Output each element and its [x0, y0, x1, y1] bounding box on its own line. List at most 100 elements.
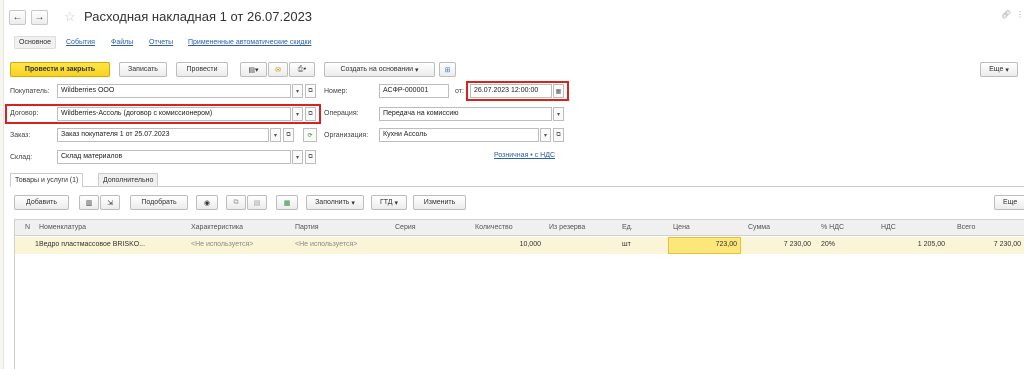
eye-icon: ◉ — [203, 199, 211, 207]
warehouse-label: Склад: — [10, 154, 33, 161]
row-item[interactable]: Ведро пластмассовое BRISKO... — [39, 241, 145, 248]
tab-reports[interactable]: Отчеты — [149, 39, 173, 46]
pick-items-button[interactable]: Подобрать — [130, 195, 188, 210]
table-settings-button[interactable]: ▦ — [276, 195, 298, 210]
copy-rows-button[interactable]: ⧉ — [226, 195, 246, 210]
col-header-series[interactable]: Серия — [395, 224, 416, 231]
organization-open-button[interactable]: ⧉ — [553, 128, 564, 142]
price-type-link[interactable]: Розничная • с НДС — [494, 152, 555, 159]
post-and-close-button[interactable]: Провести и закрыть — [10, 62, 110, 77]
col-header-sum[interactable]: Сумма — [748, 224, 770, 231]
col-header-price[interactable]: Цена — [673, 224, 690, 231]
organization-field[interactable]: Кухни Ассоль — [379, 128, 539, 142]
more-vertical-icon[interactable]: ⋮ — [1016, 10, 1024, 19]
organization-dropdown[interactable]: ▾ — [540, 128, 551, 142]
row-quantity[interactable]: 10,000 — [520, 241, 541, 248]
tab-goods-services[interactable]: Товары и услуги (1) — [10, 173, 84, 187]
table-row[interactable]: 1 Ведро пластмассовое BRISKO... <Не испо… — [15, 237, 1024, 254]
create-based-on-button[interactable]: Создать на основании ▾ — [324, 62, 435, 77]
table-more-button[interactable]: Еще — [994, 195, 1024, 210]
window-title: Расходная накладная 1 от 26.07.2023 — [84, 9, 313, 24]
barcode-button[interactable]: ▥ — [79, 195, 99, 210]
row-price[interactable]: 723,00 — [716, 241, 737, 248]
buyer-field[interactable]: Wildberries ООО — [57, 84, 291, 98]
col-header-reserve[interactable]: Из резерва — [549, 224, 585, 231]
tab-discounts[interactable]: Примененные автоматические скидки — [188, 39, 311, 46]
save-button[interactable]: Записать — [119, 62, 167, 77]
tab-main[interactable]: Основное — [14, 36, 57, 49]
operation-dropdown[interactable]: ▾ — [553, 107, 564, 121]
buyer-dropdown[interactable]: ▾ — [292, 84, 303, 98]
date-from-label: от: — [455, 88, 464, 95]
row-sum[interactable]: 7 230,00 — [784, 241, 811, 248]
contract-dropdown[interactable]: ▾ — [292, 107, 303, 121]
col-header-quantity[interactable]: Количество — [475, 224, 513, 231]
copy-icon: ⧉ — [233, 198, 239, 206]
order-dropdown[interactable]: ▾ — [270, 128, 281, 142]
row-batch[interactable]: <Не используется> — [295, 241, 357, 248]
forward-button[interactable]: → — [31, 10, 48, 25]
order-field[interactable]: Заказ покупателя 1 от 25.07.2023 — [57, 128, 269, 142]
calendar-button[interactable]: ▦ — [553, 84, 564, 98]
envelope-icon: ✉ — [275, 66, 281, 74]
gtd-button[interactable]: ГТД ▾ — [371, 195, 407, 210]
view-button[interactable]: ◉ — [196, 195, 218, 210]
fill-label: Заполнить — [315, 199, 350, 206]
fill-button[interactable]: Заполнить ▾ — [306, 195, 364, 210]
document-arrow-icon: ⇲ — [107, 199, 113, 207]
documents-menu-button[interactable]: ▤▾ — [240, 62, 267, 77]
row-total[interactable]: 7 230,00 — [994, 241, 1021, 248]
more-actions-button[interactable]: Еще ▾ — [980, 62, 1018, 77]
contract-open-button[interactable]: ⧉ — [305, 107, 316, 121]
tab-additional[interactable]: Дополнительно — [98, 173, 159, 186]
add-row-button[interactable]: Добавить — [14, 195, 69, 210]
number-label: Номер: — [324, 88, 348, 95]
warehouse-dropdown[interactable]: ▾ — [292, 150, 303, 164]
gtd-label: ГТД — [379, 199, 393, 206]
change-button[interactable]: Изменить — [413, 195, 466, 210]
organization-label: Организация: — [324, 132, 369, 139]
mail-button[interactable]: ✉ — [268, 62, 288, 77]
more-actions-label: Еще — [989, 66, 1004, 73]
scale-button[interactable]: ⇲ — [100, 195, 120, 210]
structure-button[interactable]: ⊞ — [439, 62, 456, 77]
fill-from-order-button[interactable]: ⟳ — [303, 128, 317, 142]
post-button[interactable]: Провести — [176, 62, 228, 77]
operation-field[interactable]: Передача на комиссию — [379, 107, 552, 121]
favorite-star-icon[interactable]: ☆ — [64, 9, 76, 25]
warehouse-field[interactable]: Склад материалов — [57, 150, 291, 164]
table-header: N Номенклатура Характеристика Партия Сер… — [15, 219, 1024, 236]
col-header-characteristic[interactable]: Характеристика — [191, 224, 243, 231]
contract-field[interactable]: Wildberries-Ассоль (договор с комиссионе… — [57, 107, 291, 121]
tab-files[interactable]: Файлы — [111, 39, 133, 46]
col-header-vat[interactable]: НДС — [881, 224, 896, 231]
calendar-icon: ▦ — [555, 88, 562, 95]
table-icon: ▦ — [283, 199, 291, 207]
order-open-button[interactable]: ⧉ — [283, 128, 294, 142]
col-header-total[interactable]: Всего — [957, 224, 975, 231]
buyer-open-button[interactable]: ⧉ — [305, 84, 316, 98]
goods-table: N Номенклатура Характеристика Партия Сер… — [14, 219, 1024, 369]
date-field[interactable]: 26.07.2023 12:00:00 — [470, 84, 552, 98]
row-unit[interactable]: шт — [622, 241, 631, 248]
col-header-batch[interactable]: Партия — [295, 224, 319, 231]
col-header-vat-rate[interactable]: % НДС — [821, 224, 844, 231]
row-characteristic[interactable]: <Не используется> — [191, 241, 253, 248]
paste-rows-button[interactable]: ▤ — [247, 195, 267, 210]
link-icon[interactable]: 🔗︎ — [1001, 10, 1011, 19]
col-header-unit[interactable]: Ед. — [622, 224, 633, 231]
tab-events[interactable]: События — [66, 39, 95, 46]
col-header-item[interactable]: Номенклатура — [39, 224, 86, 231]
back-button[interactable]: ← — [9, 10, 26, 25]
operation-label: Операция: — [324, 110, 359, 117]
warehouse-open-button[interactable]: ⧉ — [305, 150, 316, 164]
print-button[interactable]: ⎙▾ — [289, 62, 315, 77]
refresh-icon: ⟳ — [307, 132, 313, 139]
col-header-n[interactable]: N — [25, 224, 30, 231]
barcode-icon: ▥ — [85, 199, 93, 207]
row-vat-rate[interactable]: 20% — [821, 241, 835, 248]
create-based-on-label: Создать на основании — [340, 66, 414, 73]
row-vat[interactable]: 1 205,00 — [918, 241, 945, 248]
number-field[interactable]: АСФР-000001 — [379, 84, 449, 98]
page-tabs-divider — [10, 186, 1024, 187]
